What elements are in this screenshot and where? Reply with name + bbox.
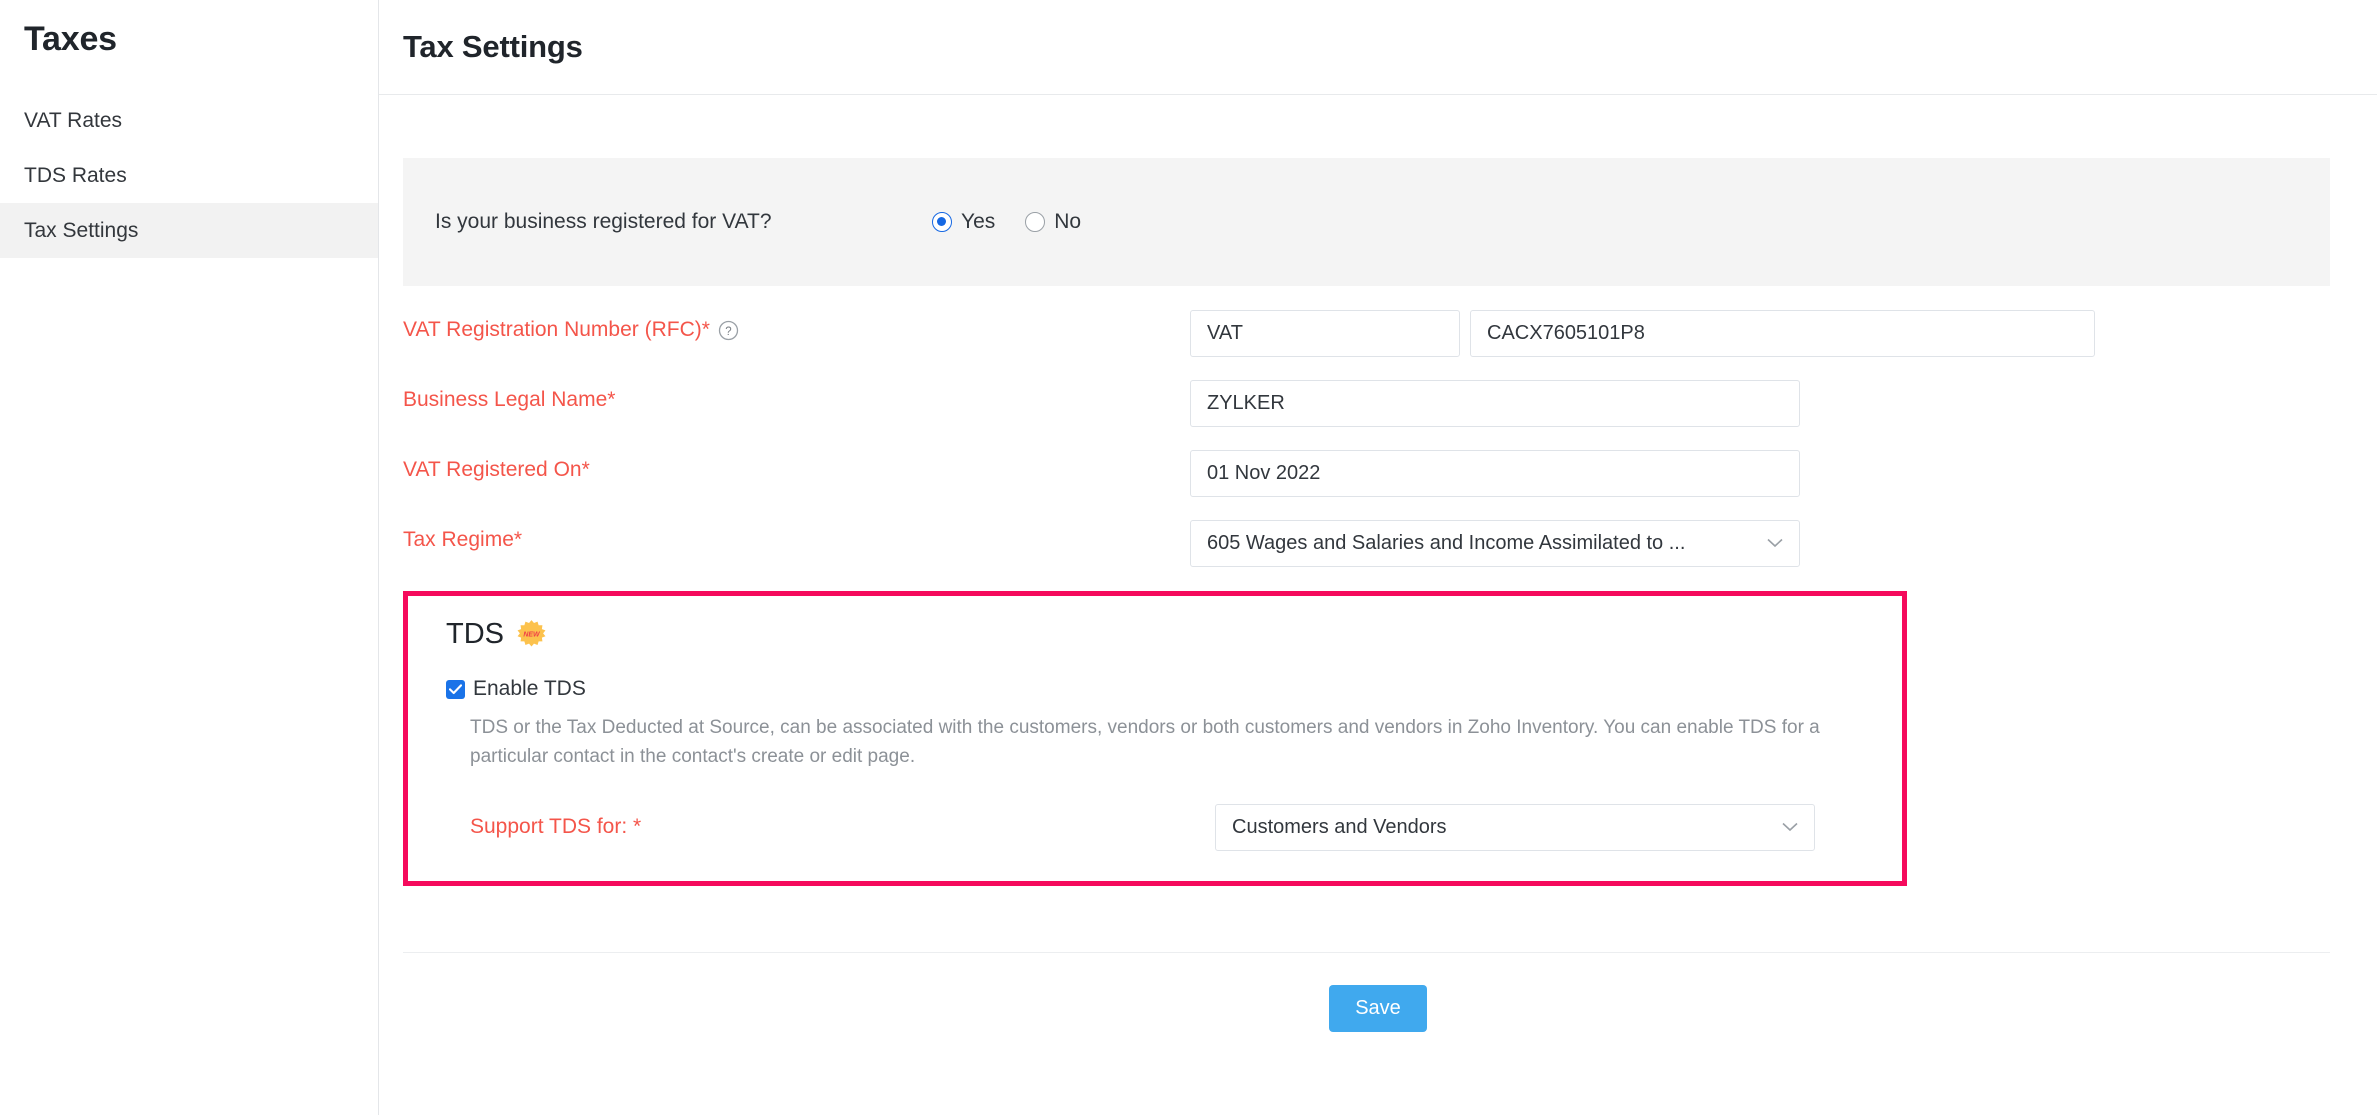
sidebar-item-tax-settings[interactable]: Tax Settings xyxy=(0,203,378,258)
label-vat-registered-on: VAT Registered On* xyxy=(403,450,1190,482)
radio-option-yes[interactable]: Yes xyxy=(932,210,995,234)
tds-section: TDS NEW Enable TDS TDS or the Tax Deduct… xyxy=(403,591,1907,886)
tax-settings-page: Taxes VAT Rates TDS Rates Tax Settings T… xyxy=(0,0,2377,1115)
sidebar-item-label: TDS Rates xyxy=(24,163,127,187)
sidebar-item-label: Tax Settings xyxy=(24,218,139,242)
label-business-legal-name: Business Legal Name* xyxy=(403,380,1190,412)
label-support-tds-for: Support TDS for: * xyxy=(470,815,642,839)
business-legal-name-input[interactable]: ZYLKER xyxy=(1190,380,1800,427)
label-text: VAT Registered On* xyxy=(403,458,590,481)
radio-label-yes: Yes xyxy=(961,210,996,233)
sidebar-nav: VAT Rates TDS Rates Tax Settings xyxy=(0,93,378,258)
footer-divider xyxy=(403,951,2330,953)
vat-registered-question-row: Is your business registered for VAT? Yes… xyxy=(403,158,2330,286)
row-tax-regime: Tax Regime* 605 Wages and Salaries and I… xyxy=(403,520,2377,567)
label-text: VAT Registration Number (RFC)* xyxy=(403,318,710,341)
field-vat-registered-on: 01 Nov 2022 xyxy=(1190,450,1800,497)
field-vat-registration-number: VAT CACX7605101P8 xyxy=(1190,310,2095,357)
footer-actions: Save xyxy=(379,984,2377,1032)
main-content: Tax Settings Is your business registered… xyxy=(379,0,2377,1115)
label-tax-regime: Tax Regime* xyxy=(403,520,1190,552)
field-tax-regime: 605 Wages and Salaries and Income Assimi… xyxy=(1190,520,1800,567)
sidebar: Taxes VAT Rates TDS Rates Tax Settings xyxy=(0,0,379,1115)
help-circle-icon[interactable]: ? xyxy=(718,320,739,341)
vat-number-input[interactable]: CACX7605101P8 xyxy=(1470,310,2095,357)
sidebar-title: Taxes xyxy=(24,20,117,58)
label-text: Business Legal Name* xyxy=(403,388,616,411)
settings-form: Is your business registered for VAT? Yes… xyxy=(379,158,2377,1032)
radio-option-no[interactable]: No xyxy=(1025,210,1081,234)
sidebar-item-label: VAT Rates xyxy=(24,108,123,132)
radio-dot-yes xyxy=(932,212,952,232)
main-header: Tax Settings xyxy=(379,0,2377,95)
vat-registered-on-input[interactable]: 01 Nov 2022 xyxy=(1190,450,1800,497)
support-tds-for-select[interactable]: Customers and Vendors xyxy=(1215,803,1815,851)
tds-header: TDS NEW xyxy=(446,618,1872,651)
label-text: Tax Regime* xyxy=(403,528,523,551)
row-vat-registration-number: VAT Registration Number (RFC)* ? VAT CAC… xyxy=(403,310,2377,357)
form-rows: VAT Registration Number (RFC)* ? VAT CAC… xyxy=(379,310,2377,886)
radio-label-no: No xyxy=(1054,210,1082,233)
enable-tds-row: Enable TDS xyxy=(446,677,1872,701)
field-business-legal-name: ZYLKER xyxy=(1190,380,1800,427)
svg-text:?: ? xyxy=(725,325,731,337)
save-button[interactable]: Save xyxy=(1329,984,1427,1032)
support-tds-for-selected-value: Customers and Vendors xyxy=(1232,815,1447,838)
vat-registered-radio-group: Yes No xyxy=(932,210,1081,234)
tax-regime-selected-value: 605 Wages and Salaries and Income Assimi… xyxy=(1207,532,1686,554)
new-badge-icon: NEW xyxy=(516,619,547,650)
chevron-down-icon xyxy=(1767,536,1783,551)
tax-regime-select[interactable]: 605 Wages and Salaries and Income Assimi… xyxy=(1190,520,1800,567)
vat-registered-question-label: Is your business registered for VAT? xyxy=(435,210,772,233)
row-business-legal-name: Business Legal Name* ZYLKER xyxy=(403,380,2377,427)
radio-dot-no xyxy=(1025,212,1046,232)
tds-section-inner: TDS NEW Enable TDS TDS or the Tax Deduct… xyxy=(438,618,1872,851)
chevron-down-icon xyxy=(1782,820,1798,835)
enable-tds-label: Enable TDS xyxy=(473,677,586,700)
tds-description: TDS or the Tax Deducted at Source, can b… xyxy=(470,717,1820,768)
vat-prefix-input[interactable]: VAT xyxy=(1190,310,1460,357)
sidebar-item-tds-rates[interactable]: TDS Rates xyxy=(0,148,378,203)
enable-tds-checkbox[interactable] xyxy=(446,679,465,699)
row-support-tds-for: Support TDS for: * Customers and Vendors xyxy=(446,803,1872,851)
sidebar-item-vat-rates[interactable]: VAT Rates xyxy=(0,93,378,148)
page-title: Tax Settings xyxy=(403,29,583,64)
row-vat-registered-on: VAT Registered On* 01 Nov 2022 xyxy=(403,450,2377,497)
label-vat-registration-number: VAT Registration Number (RFC)* ? xyxy=(403,310,1190,342)
svg-text:NEW: NEW xyxy=(523,631,541,638)
tds-title: TDS xyxy=(446,618,504,650)
